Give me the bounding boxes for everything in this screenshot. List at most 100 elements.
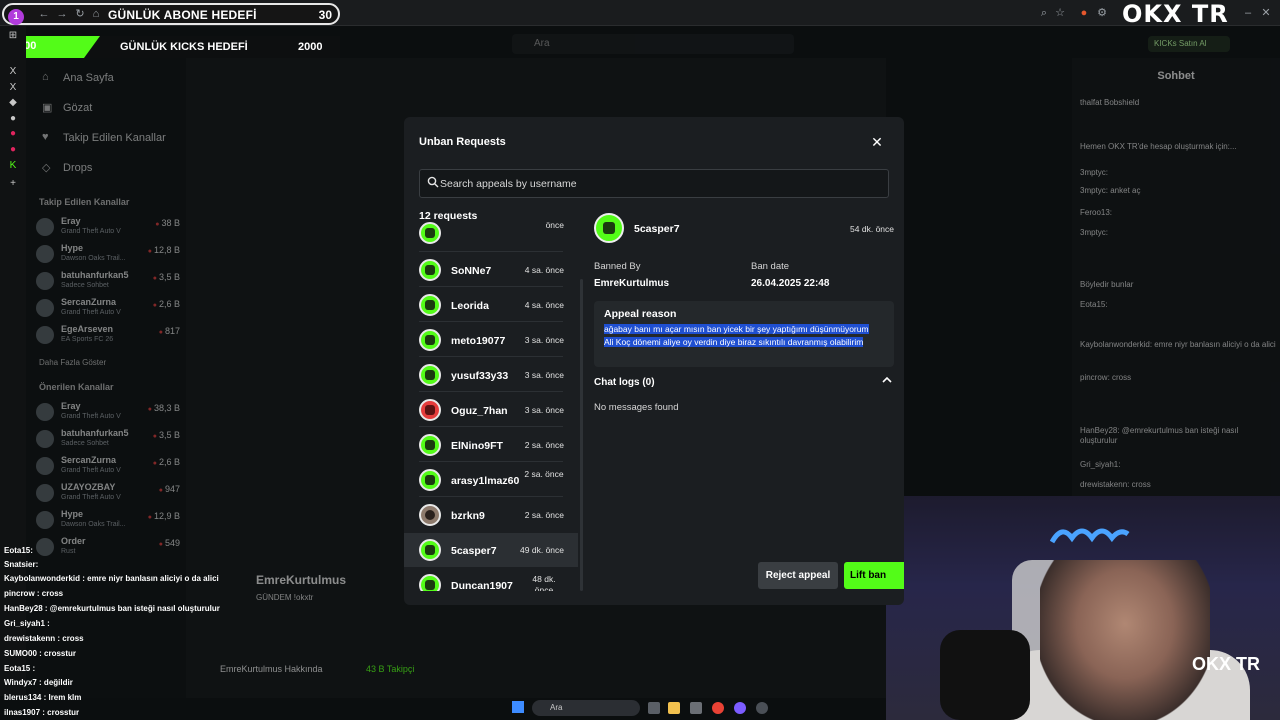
request-username: arasy1lmaz60 — [451, 475, 520, 487]
chat-message: drewistakenn: cross — [1080, 480, 1151, 489]
list-scrollbar[interactable] — [580, 279, 583, 591]
nav-drops[interactable]: Drops — [63, 162, 92, 174]
channel-game: Dawson Oaks Trail... — [61, 255, 126, 262]
x-icon-2[interactable]: X — [7, 82, 19, 94]
home-icon[interactable]: ⌂ — [88, 6, 104, 22]
extension-icon[interactable]: ● — [1076, 5, 1092, 21]
add-icon[interactable]: + — [7, 178, 19, 190]
request-time: 3 sa. önce — [524, 335, 564, 345]
settings-icon[interactable]: ⚙ — [1094, 5, 1110, 21]
whatsapp-icon[interactable]: ● — [7, 113, 19, 125]
buy-kicks-button[interactable]: KICKs Satın Al — [1148, 36, 1230, 52]
file-explorer-icon[interactable] — [668, 702, 680, 714]
nav-following[interactable]: Takip Edilen Kanallar — [63, 132, 166, 144]
chevron-up-icon[interactable] — [880, 374, 894, 388]
request-row[interactable]: önce — [404, 221, 578, 250]
request-row[interactable]: Oguz_7han 3 sa. önce — [404, 393, 578, 427]
viewer-count: 947 — [159, 484, 180, 494]
followed-channel[interactable]: Hype Dawson Oaks Trail... 12,8 B — [36, 243, 186, 267]
overlay-message: drewistakenn : cross — [4, 634, 84, 643]
app-icon[interactable] — [756, 702, 768, 714]
overlay-message: Eota15: — [4, 546, 33, 555]
chat-message: 3mptyc: — [1080, 168, 1109, 177]
overlay-message: pincrow : cross — [4, 589, 64, 598]
star-icon[interactable]: ☆ — [1052, 5, 1068, 21]
channel-game: Grand Theft Auto V — [61, 467, 121, 474]
appeal-search-input[interactable] — [440, 175, 880, 193]
home-nav-icon: ⌂ — [42, 71, 49, 83]
channel-game: Grand Theft Auto V — [61, 228, 121, 235]
task-view-icon[interactable] — [648, 702, 660, 714]
drops-icon: ◇ — [42, 162, 51, 174]
recommended-channel[interactable]: Hype Dawson Oaks Trail... 12,9 B — [36, 509, 186, 533]
zoom-icon[interactable]: ⌕ — [1036, 5, 1052, 21]
appeal-search[interactable] — [419, 169, 889, 198]
avatar — [419, 399, 441, 421]
instagram-icon[interactable]: ● — [7, 128, 19, 140]
stream-title: GÜNDEM !okxtr — [256, 593, 314, 602]
request-row[interactable]: SoNNe7 4 sa. önce — [404, 253, 578, 287]
request-row[interactable]: bzrkn9 2 sa. önce — [404, 498, 578, 532]
kick-icon[interactable]: K — [7, 160, 19, 172]
overlay-message: ilnas1907 : crosstur — [4, 708, 80, 717]
lift-ban-button[interactable]: Lift ban — [844, 562, 904, 589]
webcam-logo: OKX TR — [1192, 654, 1261, 674]
close-window-icon[interactable]: ✕ — [1258, 5, 1274, 21]
request-time: 49 dk. önce — [520, 545, 564, 555]
grid-icon[interactable]: ⊞ — [7, 30, 19, 42]
avatar — [36, 511, 54, 529]
divider — [419, 356, 563, 357]
show-more-link[interactable]: Daha Fazla Göster — [39, 358, 106, 367]
request-list[interactable]: önce SoNNe7 4 sa. önce Leorida 4 sa. önc… — [404, 221, 580, 591]
recommended-channel[interactable]: Eray Grand Theft Auto V 38,3 B — [36, 401, 186, 425]
taskbar-search-label: Ara — [550, 703, 563, 712]
followed-channel[interactable]: Eray Grand Theft Auto V 38 B — [36, 216, 186, 240]
channel-game: Sadece Sohbet — [61, 440, 109, 447]
request-row[interactable]: Duncan1907 48 dk. önce — [404, 568, 578, 591]
x-icon[interactable]: X — [7, 66, 19, 78]
avatar — [594, 213, 624, 243]
request-row[interactable]: Leorida 4 sa. önce — [404, 288, 578, 322]
discord-icon[interactable] — [734, 702, 746, 714]
followed-channel[interactable]: SercanZurna Grand Theft Auto V 2,6 B — [36, 297, 186, 321]
nav-browse[interactable]: Gözat — [63, 102, 92, 114]
request-row[interactable]: ElNino9FT 2 sa. önce — [404, 428, 578, 462]
appeal-reason-box: Appeal reason ağabay banı mı açar mısın … — [594, 301, 894, 367]
forward-icon[interactable]: → — [54, 6, 70, 22]
request-row[interactable]: meto19077 3 sa. önce — [404, 323, 578, 357]
app-icon[interactable]: ◆ — [7, 97, 19, 109]
request-row[interactable]: arasy1lmaz60 2 sa. önce — [404, 463, 578, 497]
request-row[interactable]: yusuf33y33 3 sa. önce — [404, 358, 578, 392]
recommended-channel[interactable]: batuhanfurkan5 Sadece Sohbet 3,5 B — [36, 428, 186, 452]
youtube-icon[interactable]: ● — [7, 144, 19, 156]
chat-message: 3mptyc: anket aç — [1080, 186, 1141, 195]
microphone — [940, 630, 1030, 720]
recommended-channel[interactable]: UZAYOZBAY Grand Theft Auto V 947 — [36, 482, 186, 506]
windows-start-icon[interactable] — [512, 701, 524, 713]
reject-appeal-button[interactable]: Reject appeal — [758, 562, 838, 589]
reload-icon[interactable]: ↻ — [72, 6, 88, 22]
request-username: Oguz_7han — [451, 405, 508, 417]
request-username: Duncan1907 — [451, 580, 513, 591]
followed-channel[interactable]: EgeArseven EA Sports FC 26 817 — [36, 324, 186, 348]
profile-icon[interactable]: 1 — [8, 9, 24, 25]
request-row-selected[interactable]: 5casper7 49 dk. önce — [404, 533, 578, 567]
appeal-reason-selection: ağabay banı mı açar mısın ban yicek bir … — [604, 324, 869, 347]
recommended-channel[interactable]: SercanZurna Grand Theft Auto V 2,6 B — [36, 455, 186, 479]
request-username: meto19077 — [451, 335, 506, 347]
site-search[interactable]: Ara — [512, 34, 794, 54]
request-username: ElNino9FT — [451, 440, 503, 452]
minimize-icon[interactable]: – — [1240, 5, 1256, 21]
back-icon[interactable]: ← — [36, 6, 52, 22]
about-heading: EmreKurtulmus Hakkında — [220, 664, 323, 674]
chrome-icon[interactable] — [712, 702, 724, 714]
followed-channel[interactable]: batuhanfurkan5 Sadece Sohbet 3,5 B — [36, 270, 186, 294]
taskbar-search[interactable]: Ara — [532, 700, 640, 716]
store-icon[interactable] — [690, 702, 702, 714]
chat-message: 3mptyc: — [1080, 228, 1109, 237]
chat-logs-toggle[interactable]: Chat logs (0) — [594, 377, 655, 388]
close-icon[interactable]: ✕ — [870, 135, 884, 149]
nav-home[interactable]: Ana Sayfa — [63, 72, 114, 84]
subgoal-value: 30 — [318, 8, 332, 22]
chat-message: HanBey28: @emrekurtulmus ban isteği nası… — [1080, 426, 1239, 445]
